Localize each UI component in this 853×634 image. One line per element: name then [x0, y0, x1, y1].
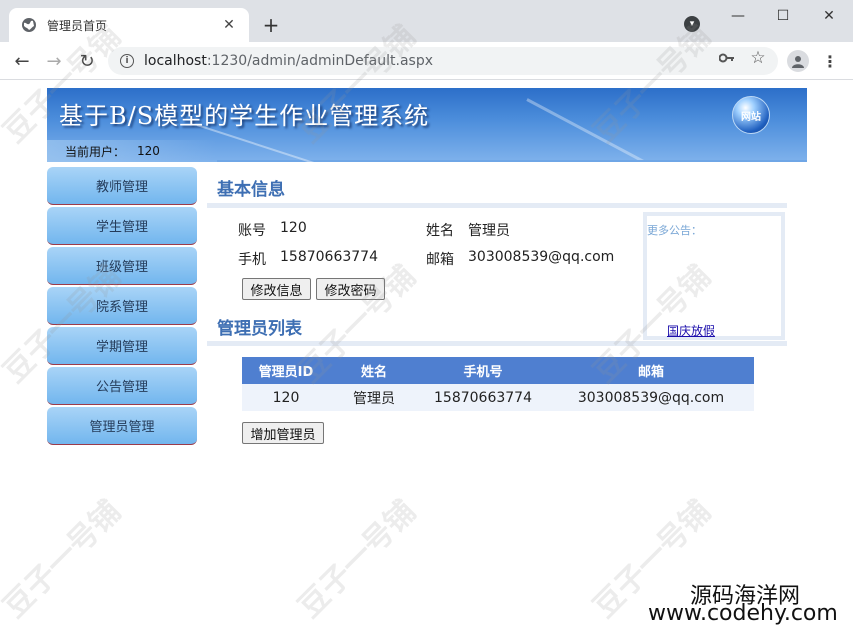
- info-icon[interactable]: i: [120, 54, 134, 68]
- column-header: 邮箱: [548, 357, 754, 384]
- star-icon[interactable]: ☆: [747, 47, 769, 69]
- url-host: localhost: [144, 53, 207, 69]
- chevron-down-icon[interactable]: ▾: [684, 16, 700, 32]
- tab-strip: 管理员首页 ✕ + ▾ — ☐ ✕: [0, 0, 853, 42]
- sidebar-item-student[interactable]: 学生管理: [47, 207, 197, 245]
- table-cell: 120: [242, 384, 330, 411]
- notice-panel: 更多公告： 国庆放假: [643, 212, 785, 340]
- column-header: 姓名: [330, 357, 418, 384]
- table-row: 120 管理员 15870663774 303008539@qq.com: [242, 384, 754, 411]
- basic-info-divider: [207, 203, 787, 208]
- phone-label: 手机: [238, 252, 266, 268]
- email-label: 邮箱: [426, 252, 454, 268]
- sidebar-item-class[interactable]: 班级管理: [47, 247, 197, 285]
- current-user-value: 120: [137, 144, 160, 158]
- email-value: 303008539@qq.com: [468, 249, 615, 265]
- header-banner: 基于B/S模型的学生作业管理系统 网站 当前用户： 120: [47, 88, 807, 162]
- table-cell: 15870663774: [418, 384, 548, 411]
- notice-link[interactable]: 国庆放假: [667, 322, 715, 339]
- name-value: 管理员: [468, 223, 510, 239]
- table-cell: 管理员: [330, 384, 418, 411]
- sidebar: 教师管理 学生管理 班级管理 院系管理 学期管理 公告管理 管理员管理: [47, 167, 197, 447]
- account-label: 账号: [238, 223, 266, 239]
- forward-arrow-icon[interactable]: →: [42, 49, 66, 73]
- plus-icon[interactable]: +: [260, 13, 282, 37]
- current-user-label: 当前用户：: [65, 144, 126, 159]
- basic-info-title: 基本信息: [217, 180, 285, 200]
- notice-heading: 更多公告：: [647, 224, 702, 237]
- browser-tab[interactable]: 管理员首页 ✕: [9, 8, 249, 42]
- sidebar-item-teacher[interactable]: 教师管理: [47, 167, 197, 205]
- admin-list-divider: [207, 341, 787, 346]
- toolbar: ← → ↻ i localhost:1230/admin/adminDefaul…: [0, 42, 853, 80]
- url-path: :1230/admin/adminDefault.aspx: [206, 53, 434, 69]
- phone-value: 15870663774: [280, 249, 378, 265]
- sidebar-item-department[interactable]: 院系管理: [47, 287, 197, 325]
- sidebar-item-semester[interactable]: 学期管理: [47, 327, 197, 365]
- column-header: 管理员ID: [242, 357, 330, 384]
- minimize-icon[interactable]: —: [715, 0, 761, 32]
- back-arrow-icon[interactable]: ←: [10, 49, 34, 73]
- brand-watermark-url: www.codehy.com: [648, 601, 838, 626]
- admin-table: 管理员ID 姓名 手机号 邮箱 120 管理员 15870663774 3030…: [242, 357, 754, 411]
- sidebar-item-notice[interactable]: 公告管理: [47, 367, 197, 405]
- edit-password-button[interactable]: 修改密码: [316, 278, 385, 300]
- system-title: 基于B/S模型的学生作业管理系统: [59, 102, 430, 130]
- name-label: 姓名: [426, 223, 454, 239]
- table-cell: 303008539@qq.com: [548, 384, 754, 411]
- address-bar[interactable]: i localhost:1230/admin/adminDefault.aspx: [108, 47, 778, 75]
- account-value: 120: [280, 220, 307, 236]
- key-icon[interactable]: [716, 47, 738, 69]
- maximize-icon[interactable]: ☐: [760, 0, 806, 32]
- tab-title: 管理员首页: [47, 18, 108, 33]
- admin-list-title: 管理员列表: [217, 319, 302, 339]
- add-admin-button[interactable]: 增加管理员: [242, 422, 324, 444]
- window-close-icon[interactable]: ✕: [806, 0, 852, 32]
- profile-avatar-icon[interactable]: [787, 50, 809, 72]
- sidebar-item-admin[interactable]: 管理员管理: [47, 407, 197, 445]
- watermark-text: 豆子一号铺: [0, 494, 128, 625]
- banner-divider: [217, 160, 807, 162]
- globe-icon: [21, 17, 37, 33]
- close-icon[interactable]: ✕: [219, 15, 239, 35]
- edit-info-button[interactable]: 修改信息: [242, 278, 311, 300]
- more-menu-icon[interactable]: ⋮: [822, 50, 838, 72]
- reload-icon[interactable]: ↻: [75, 49, 99, 73]
- table-header-row: 管理员ID 姓名 手机号 邮箱: [242, 357, 754, 384]
- globe-logo-icon: 网站: [732, 96, 770, 134]
- column-header: 手机号: [418, 357, 548, 384]
- watermark-text: 豆子一号铺: [292, 494, 423, 625]
- current-user: 当前用户： 120: [47, 140, 217, 162]
